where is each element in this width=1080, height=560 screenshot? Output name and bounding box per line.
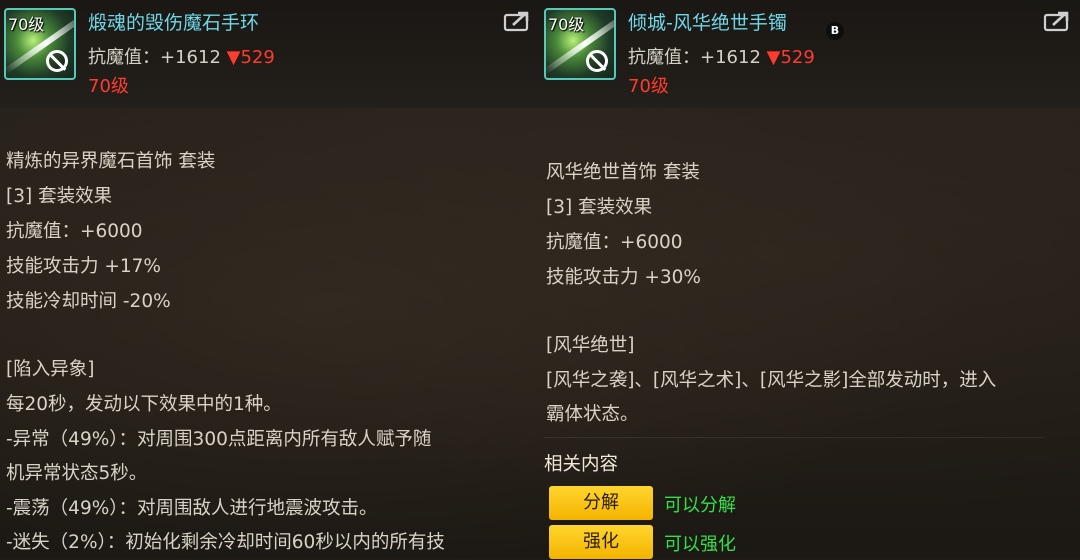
item-name: 煅魂的毁伤魔石手环 <box>88 12 260 34</box>
effect-line: 抗魔值：+6000 <box>546 232 683 253</box>
effect-line: 霸体状态。 <box>546 404 639 425</box>
no-trade-icon <box>46 50 68 72</box>
stat-line: 抗魔值：+1612 ▼529 <box>88 43 275 69</box>
grade-badge: B <box>826 22 844 40</box>
effect-line: [风华之袭]、[风华之术]、[风华之影]全部发动时，进入 <box>546 370 997 391</box>
effect-line: 技能冷却时间 -20% <box>6 291 171 312</box>
item-header: 70级 倾城-风华绝世手镯 B 抗魔值：+1612 ▼529 70级 <box>540 0 1080 108</box>
set-name: 精炼的异界魔石首饰 套装 <box>6 151 216 172</box>
set-effect-header: [3] 套装效果 <box>546 197 653 218</box>
bracelet-icon[interactable]: 70级 <box>544 8 616 80</box>
effect-line: -异常（49%）：对周围300点距离内所有敌人赋予随 <box>6 429 432 450</box>
item-tooltip-right: 70级 倾城-风华绝世手镯 B 抗魔值：+1612 ▼529 70级 风华绝世首… <box>540 0 1080 558</box>
item-name: 倾城-风华绝世手镯 <box>628 12 787 34</box>
enhance-status: 可以强化 <box>664 534 736 555</box>
stat-delta: ▼529 <box>766 47 815 68</box>
item-tooltip-left: 70级 煅魂的毁伤魔石手环 抗魔值：+1612 ▼529 70级 精炼的异界魔石… <box>0 0 540 558</box>
effect-line: -迷失（2%）：初始化剩余冷却时间60秒以内的所有技 <box>6 532 445 553</box>
level-requirement: 70级 <box>88 76 129 97</box>
stat-delta: ▼529 <box>226 47 275 68</box>
bracelet-icon[interactable]: 70级 <box>4 8 76 80</box>
effect-line: 每20秒，发动以下效果中的1种。 <box>6 394 282 415</box>
enhance-button[interactable]: 强化 <box>549 525 653 559</box>
share-icon[interactable] <box>503 10 531 32</box>
share-icon[interactable] <box>1043 10 1071 32</box>
set-effect-header: [3] 套装效果 <box>6 186 113 207</box>
disassemble-button[interactable]: 分解 <box>549 486 653 520</box>
stat-label: 抗魔值：+1612 <box>628 47 761 68</box>
item-header: 70级 煅魂的毁伤魔石手环 抗魔值：+1612 ▼529 70级 <box>0 0 540 108</box>
effect-header: [陷入异象] <box>6 359 95 380</box>
effect-line: 抗魔值：+6000 <box>6 221 143 242</box>
effect-line: -震荡（49%）：对周围敌人进行地震波攻击。 <box>6 498 378 519</box>
disassemble-status: 可以分解 <box>664 495 736 516</box>
effect-header: [风华绝世] <box>546 335 635 356</box>
level-badge: 70级 <box>8 15 45 34</box>
level-badge: 70级 <box>548 15 585 34</box>
related-content-title: 相关内容 <box>544 454 619 475</box>
stat-label: 抗魔值：+1612 <box>88 47 221 68</box>
divider <box>544 437 1044 438</box>
effect-line: 技能攻击力 +30% <box>546 267 702 288</box>
set-name: 风华绝世首饰 套装 <box>546 162 700 183</box>
stat-line: 抗魔值：+1612 ▼529 <box>628 43 815 69</box>
no-trade-icon <box>586 50 608 72</box>
effect-line: 机异常状态5秒。 <box>6 463 148 484</box>
level-requirement: 70级 <box>628 76 669 97</box>
effect-line: 技能攻击力 +17% <box>6 256 162 277</box>
